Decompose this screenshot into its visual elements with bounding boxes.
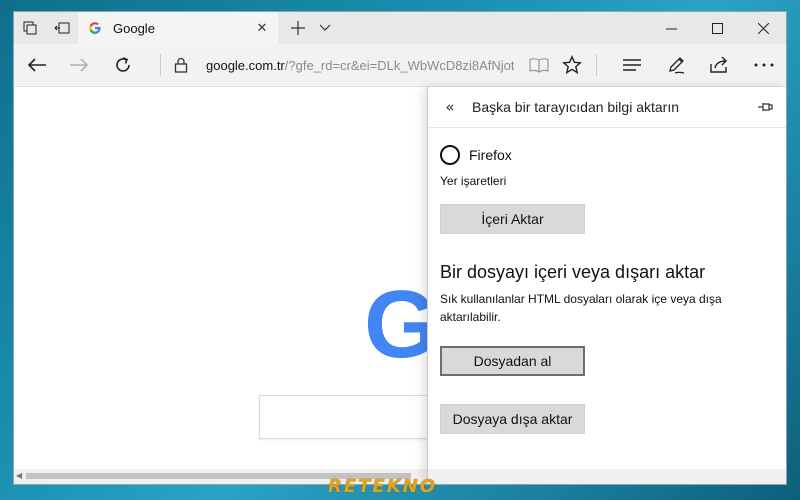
toolbar-divider-2 [596, 54, 597, 76]
watermark-logo: RETEKNO [328, 476, 438, 497]
import-settings-panel: « Başka bir tarayıcıdan bilgi aktarın Fi… [427, 87, 786, 484]
minimize-button[interactable] [648, 12, 694, 44]
tab-title: Google [113, 20, 155, 36]
url-host: google.com.tr [206, 57, 285, 73]
radio-label: Firefox [469, 147, 512, 163]
address-bar-input[interactable]: google.com.tr/?gfe_rd=cr&ei=DLk_WbWcD8zi… [206, 44, 514, 86]
refresh-button[interactable] [104, 44, 142, 86]
tab-preview-chevron-icon[interactable] [312, 12, 338, 44]
google-search-input[interactable] [259, 395, 430, 439]
close-window-button[interactable] [740, 12, 786, 44]
panel-scrollbar[interactable] [428, 469, 786, 484]
web-note-pen-icon[interactable] [657, 44, 695, 86]
browser-window: Google ✕ google.com.tr /?gfe_rd=cr&ei=DL… [14, 12, 786, 484]
share-icon[interactable] [701, 44, 739, 86]
tab-bar: Google ✕ [14, 12, 786, 44]
set-tabs-aside-icon[interactable] [46, 12, 78, 44]
section-title: Bir dosyayı içeri veya dışarı aktar [440, 262, 706, 282]
pin-icon[interactable] [753, 87, 777, 127]
section-description: Sık kullanılanlar HTML dosyaları olarak … [440, 292, 722, 324]
google-favicon-icon [87, 20, 103, 36]
panel-title: Başka bir tarayıcıdan bilgi aktarın [472, 99, 679, 115]
tab-close-icon[interactable]: ✕ [252, 12, 272, 44]
scroll-left-arrow-icon[interactable]: ◀ [16, 471, 22, 480]
forward-button[interactable] [60, 44, 98, 86]
tabs-aside-icon[interactable] [14, 12, 46, 44]
url-path: /?gfe_rd=cr&ei=DLk_WbWcD8zi8AfNjot [284, 57, 514, 73]
hub-icon[interactable] [613, 44, 651, 86]
import-from-file-button[interactable]: Dosyadan al [440, 346, 585, 376]
navigation-bar: google.com.tr/?gfe_rd=cr&ei=DLk_WbWcD8zi… [14, 44, 786, 87]
panel-back-double-chevron-icon[interactable]: « [440, 87, 460, 127]
back-button[interactable] [18, 44, 56, 86]
import-button[interactable]: İçeri Aktar [440, 204, 585, 234]
tab-google[interactable]: Google ✕ [78, 12, 278, 44]
more-menu-icon[interactable] [745, 44, 783, 86]
new-tab-button[interactable] [284, 12, 312, 44]
maximize-button[interactable] [694, 12, 740, 44]
panel-header: « Başka bir tarayıcıdan bilgi aktarın [428, 87, 786, 128]
favorite-star-icon[interactable] [553, 44, 591, 86]
firefox-radio-option[interactable]: Firefox [440, 145, 512, 165]
lock-icon[interactable] [162, 44, 200, 86]
import-detail-label: Yer işaretleri [440, 174, 507, 188]
radio-button-icon[interactable] [440, 145, 460, 165]
toolbar-divider [160, 54, 161, 76]
export-to-file-button[interactable]: Dosyaya dışa aktar [440, 404, 585, 434]
